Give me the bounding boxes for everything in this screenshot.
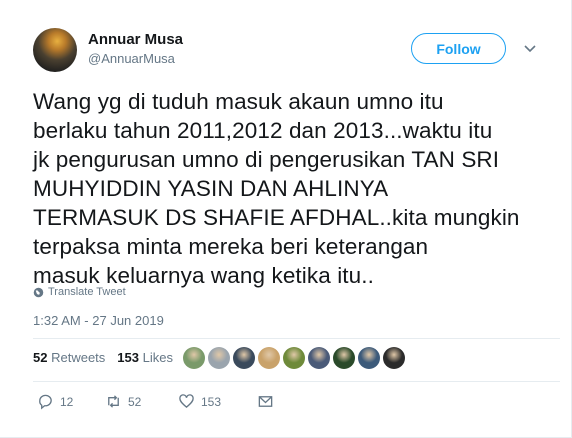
divider: [33, 381, 560, 382]
liker-avatar[interactable]: [183, 347, 205, 369]
retweets-stat[interactable]: 52 Retweets: [33, 350, 105, 365]
tweet-line: TERMASUK DS SHAFIE AFDHAL..kita mungkin: [33, 205, 520, 230]
reply-count: 12: [60, 394, 74, 409]
liker-avatar[interactable]: [233, 347, 255, 369]
tweet-line: Wang yg di tuduh masuk akaun umno itu: [33, 89, 444, 114]
liker-avatar[interactable]: [333, 347, 355, 369]
translate-label: Translate Tweet: [48, 286, 126, 298]
like-count: 153: [201, 394, 222, 409]
avatar[interactable]: [33, 28, 77, 72]
tweet-card: Annuar Musa @AnnuarMusa Follow Wang yg d…: [0, 0, 572, 438]
translate-tweet-link[interactable]: Translate Tweet: [33, 286, 126, 298]
liker-avatar[interactable]: [283, 347, 305, 369]
likes-label: Likes: [142, 350, 173, 365]
retweet-button[interactable]: 52: [105, 393, 178, 410]
user-name[interactable]: Annuar Musa: [88, 31, 183, 48]
reply-button[interactable]: 12: [37, 393, 105, 410]
liker-avatar[interactable]: [383, 347, 405, 369]
chevron-down-icon[interactable]: [523, 43, 537, 55]
liker-avatar[interactable]: [358, 347, 380, 369]
engagement-stats: 52 Retweets 153 Likes: [33, 350, 173, 365]
likes-count: 153: [117, 350, 139, 365]
tweet-actions: 12 52 153: [37, 393, 274, 410]
divider: [33, 338, 560, 339]
liker-avatar[interactable]: [308, 347, 330, 369]
tweet-timestamp[interactable]: 1:32 AM - 27 Jun 2019: [33, 313, 164, 328]
retweet-count: 52: [128, 394, 142, 409]
like-button[interactable]: 153: [178, 393, 257, 410]
liker-avatar[interactable]: [208, 347, 230, 369]
likes-stat[interactable]: 153 Likes: [117, 350, 173, 365]
envelope-icon: [258, 396, 273, 407]
retweets-count: 52: [33, 350, 48, 365]
tweet-line: berlaku tahun 2011,2012 dan 2013...waktu…: [33, 118, 493, 143]
tweet-text: Wang yg di tuduh masuk akaun umno itu be…: [33, 87, 561, 290]
direct-message-button[interactable]: [257, 393, 274, 410]
liker-avatars: [183, 347, 405, 369]
reply-icon: [39, 394, 52, 410]
liker-avatar[interactable]: [258, 347, 280, 369]
heart-icon: [179, 394, 194, 409]
retweets-label: Retweets: [51, 350, 106, 365]
tweet-line: terpaksa minta mereka beri keterangan: [33, 234, 429, 259]
follow-button[interactable]: Follow: [411, 33, 506, 64]
user-handle[interactable]: @AnnuarMusa: [88, 51, 175, 66]
tweet-line: MUHYIDDIN YASIN DAN AHLINYA: [33, 176, 389, 201]
retweet-icon: [108, 395, 119, 408]
tweet-line: jk pengurusan umno di pengerusikan TAN S…: [33, 147, 500, 172]
globe-icon: [33, 287, 44, 297]
